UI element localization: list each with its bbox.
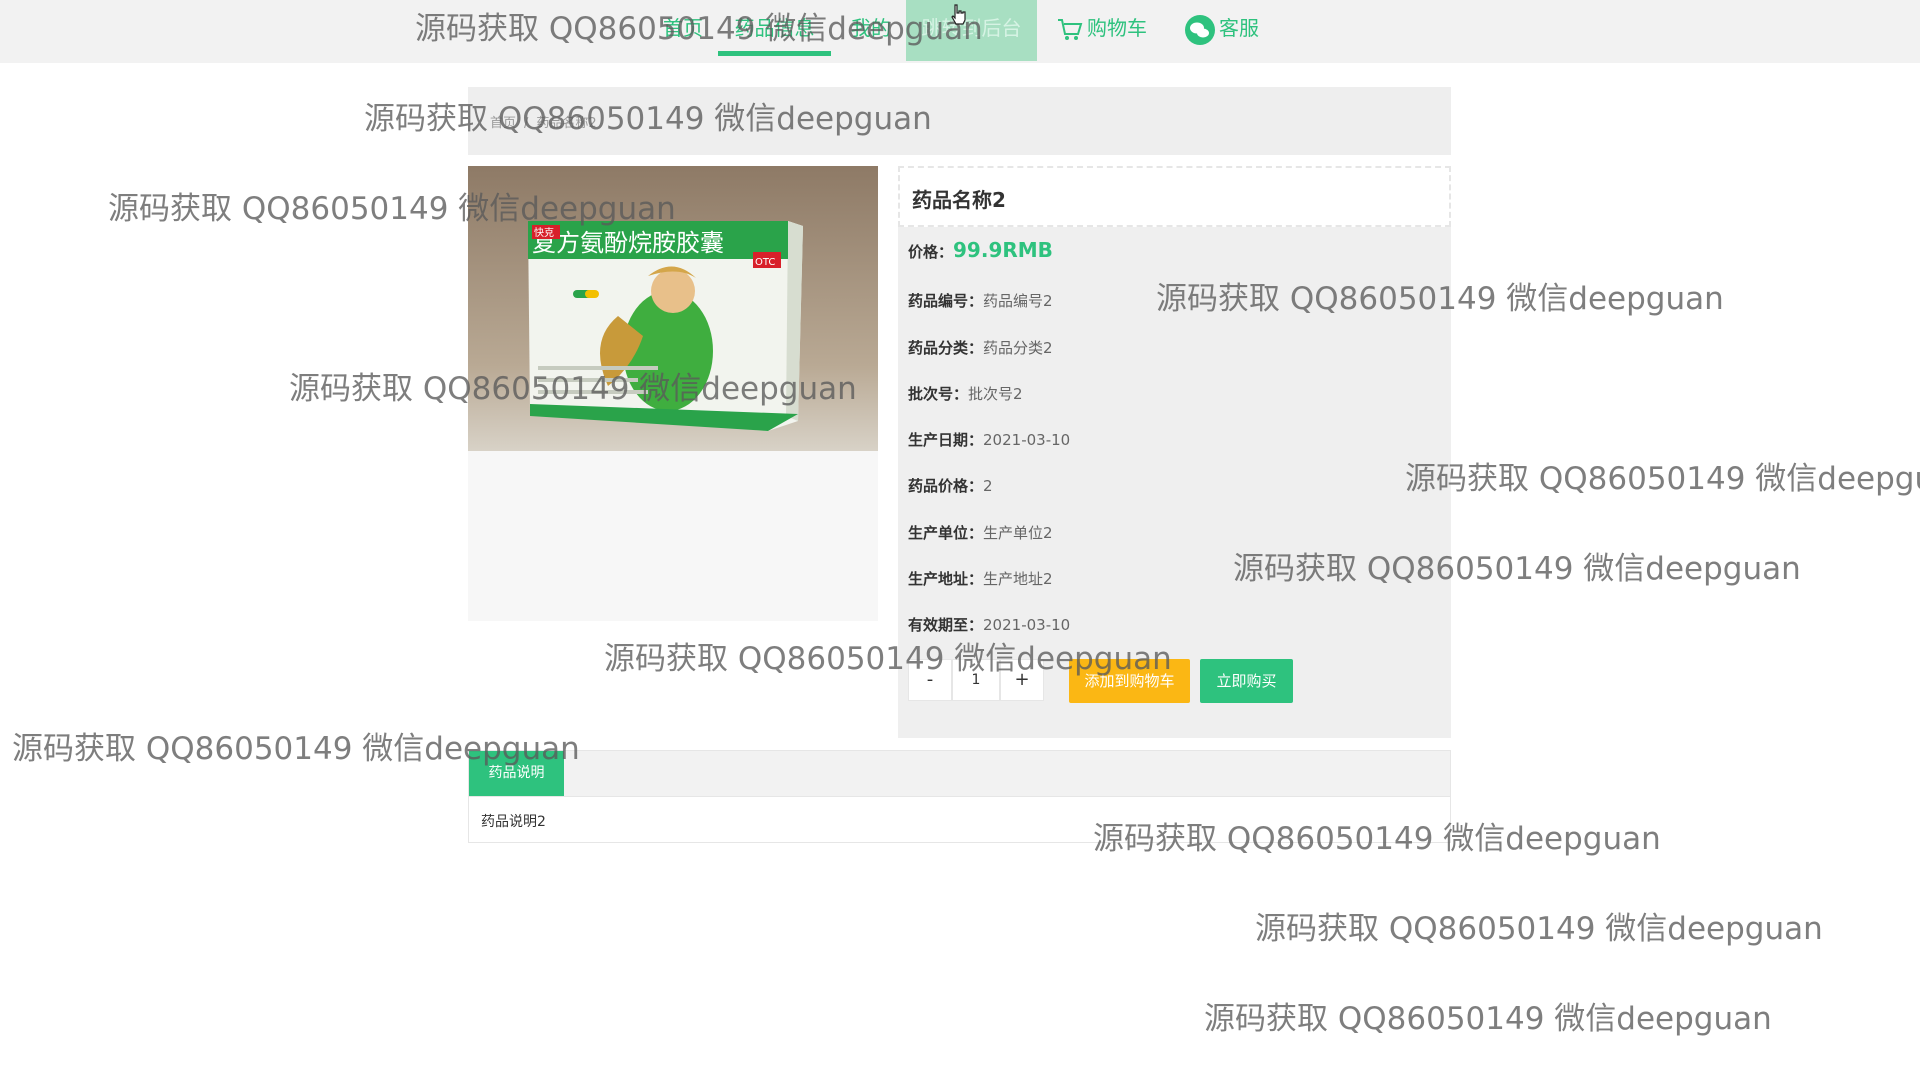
- product-box-name: 复方氨酚烷胺胶囊: [532, 229, 724, 257]
- field-value: 生产地址2: [983, 570, 1053, 588]
- hand-cursor-icon: [951, 4, 966, 25]
- field-value: 药品分类2: [983, 339, 1053, 357]
- info-row: 生产日期：2021-03-10: [908, 429, 1070, 450]
- product-title-box: 药品名称2: [898, 166, 1451, 227]
- field-label: 药品分类：: [908, 339, 984, 357]
- watermark: 源码获取 QQ86050149 微信deepguan: [1156, 281, 1724, 317]
- field-value: 2021-03-10: [983, 431, 1071, 449]
- info-row: 药品分类：药品分类2: [908, 337, 1053, 358]
- watermark: 源码获取 QQ86050149 微信deepguan: [604, 641, 1172, 677]
- watermark: 源码获取 QQ86050149 微信deepguan: [1204, 1001, 1772, 1037]
- field-value: 批次号2: [968, 385, 1023, 403]
- price-row: 价格：99.9RMB: [908, 238, 1053, 262]
- watermark: 源码获取 QQ86050149 微信deepguan: [1233, 551, 1801, 587]
- nav-service[interactable]: 客服: [1185, 14, 1259, 54]
- nav-service-label: 客服: [1219, 16, 1259, 40]
- field-label: 药品编号：: [908, 292, 984, 310]
- description-text: 药品说明2: [481, 814, 546, 830]
- info-row: 生产地址：生产地址2: [908, 568, 1053, 589]
- watermark: 源码获取 QQ86050149 微信deepguan: [289, 371, 857, 407]
- otc-badge: OTC: [755, 257, 775, 268]
- field-label: 批次号：: [908, 385, 969, 403]
- field-value: 生产单位2: [983, 524, 1053, 542]
- product-title: 药品名称2: [912, 188, 1006, 212]
- field-value: 2021-03-10: [983, 616, 1071, 634]
- field-value: 2: [983, 477, 993, 495]
- buy-now-button[interactable]: 立即购买: [1200, 659, 1293, 703]
- field-label: 生产日期：: [908, 431, 984, 449]
- brand-badge: 快克: [534, 227, 554, 239]
- price-label: 价格：: [908, 243, 954, 261]
- nav-cart-label: 购物车: [1087, 16, 1147, 40]
- watermark: 源码获取 QQ86050149 微信deepguan: [1093, 821, 1661, 857]
- watermark: 源码获取 QQ86050149 微信deepguan: [12, 731, 580, 767]
- nav-cart[interactable]: 购物车: [1057, 14, 1147, 54]
- price-value: 99.9RMB: [953, 238, 1053, 262]
- watermark: 源码获取 QQ86050149 微信deepguan: [108, 191, 676, 227]
- watermark: 源码获取 QQ86050149 微信deepguan: [415, 11, 983, 47]
- field-label: 生产单位：: [908, 524, 984, 542]
- info-row: 药品价格：2: [908, 475, 993, 496]
- watermark: 源码获取 QQ86050149 微信deepguan: [1255, 911, 1823, 947]
- field-label: 有效期至：: [908, 616, 984, 634]
- info-row: 批次号：批次号2: [908, 383, 1023, 404]
- cart-icon: [1058, 18, 1083, 40]
- field-label: 生产地址：: [908, 570, 984, 588]
- description-tab-bar: 药品说明: [469, 751, 1450, 797]
- field-value: 药品编号2: [983, 292, 1053, 310]
- wechat-icon: [1185, 14, 1215, 45]
- image-gallery-area: [468, 451, 878, 621]
- info-row: 有效期至：2021-03-10: [908, 614, 1070, 635]
- field-label: 药品价格：: [908, 477, 984, 495]
- watermark: 源码获取 QQ86050149 微信deepguan: [1405, 461, 1920, 497]
- watermark: 源码获取 QQ86050149 微信deepguan: [364, 101, 932, 137]
- info-row: 药品编号：药品编号2: [908, 290, 1053, 311]
- info-row: 生产单位：生产单位2: [908, 522, 1053, 543]
